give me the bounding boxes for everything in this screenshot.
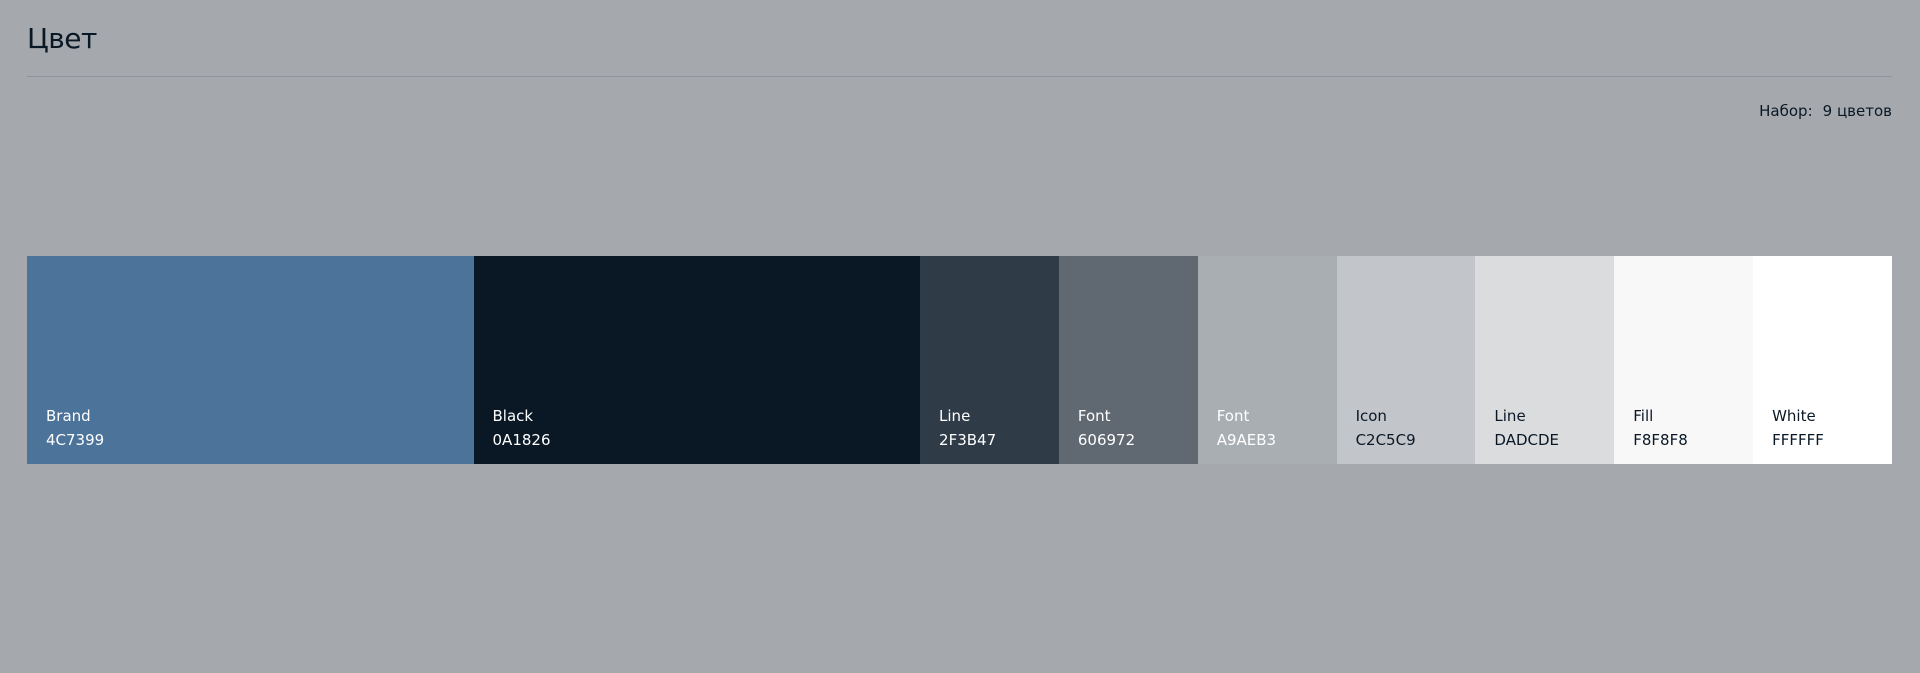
swatch-label: Line	[939, 407, 971, 425]
swatch-label: Line	[1494, 407, 1526, 425]
swatch-line-dark[interactable]: Line 2F3B47	[920, 256, 1059, 464]
swatch-font-dark[interactable]: Font 606972	[1058, 256, 1198, 464]
swatch-hex: 4C7399	[46, 431, 105, 449]
swatch-hex: FFFFFF	[1772, 431, 1824, 449]
swatch-black[interactable]: Black 0A1826	[473, 256, 921, 464]
page-title: Цвет	[27, 22, 97, 55]
swatch-label: White	[1772, 407, 1816, 425]
color-palette: Brand 4C7399 Black 0A1826 Line 2F3B47 Fo…	[27, 256, 1892, 464]
swatch-label: Fill	[1633, 407, 1654, 425]
swatch-white[interactable]: White FFFFFF	[1753, 256, 1892, 464]
swatch-label: Brand	[46, 407, 91, 425]
swatch-fill[interactable]: Fill F8F8F8	[1614, 256, 1754, 464]
palette-set-info: Набор: 9 цветов	[1759, 101, 1892, 121]
swatch-hex: DADCDE	[1494, 431, 1560, 449]
swatch-icon[interactable]: Icon C2C5C9	[1336, 256, 1476, 464]
swatch-brand[interactable]: Brand 4C7399	[27, 256, 474, 464]
set-label: Набор:	[1759, 102, 1813, 120]
title-divider	[27, 76, 1892, 77]
swatch-hex: F8F8F8	[1633, 431, 1688, 449]
swatch-hex: 606972	[1077, 431, 1136, 449]
swatch-label: Black	[492, 407, 534, 425]
swatch-label: Font	[1077, 407, 1111, 425]
swatch-label: Icon	[1355, 407, 1387, 425]
swatch-font-light[interactable]: Font A9AEB3	[1197, 256, 1337, 464]
set-count: 9 цветов	[1822, 102, 1892, 120]
swatch-line-light[interactable]: Line DADCDE	[1475, 256, 1615, 464]
swatch-hex: 0A1826	[492, 431, 551, 449]
swatch-label: Font	[1216, 407, 1250, 425]
swatch-hex: 2F3B47	[939, 431, 997, 449]
color-page: Цвет Набор: 9 цветов Brand 4C7399 Black 0…	[27, 0, 1892, 673]
swatch-hex: C2C5C9	[1355, 431, 1416, 449]
swatch-hex: A9AEB3	[1216, 431, 1277, 449]
